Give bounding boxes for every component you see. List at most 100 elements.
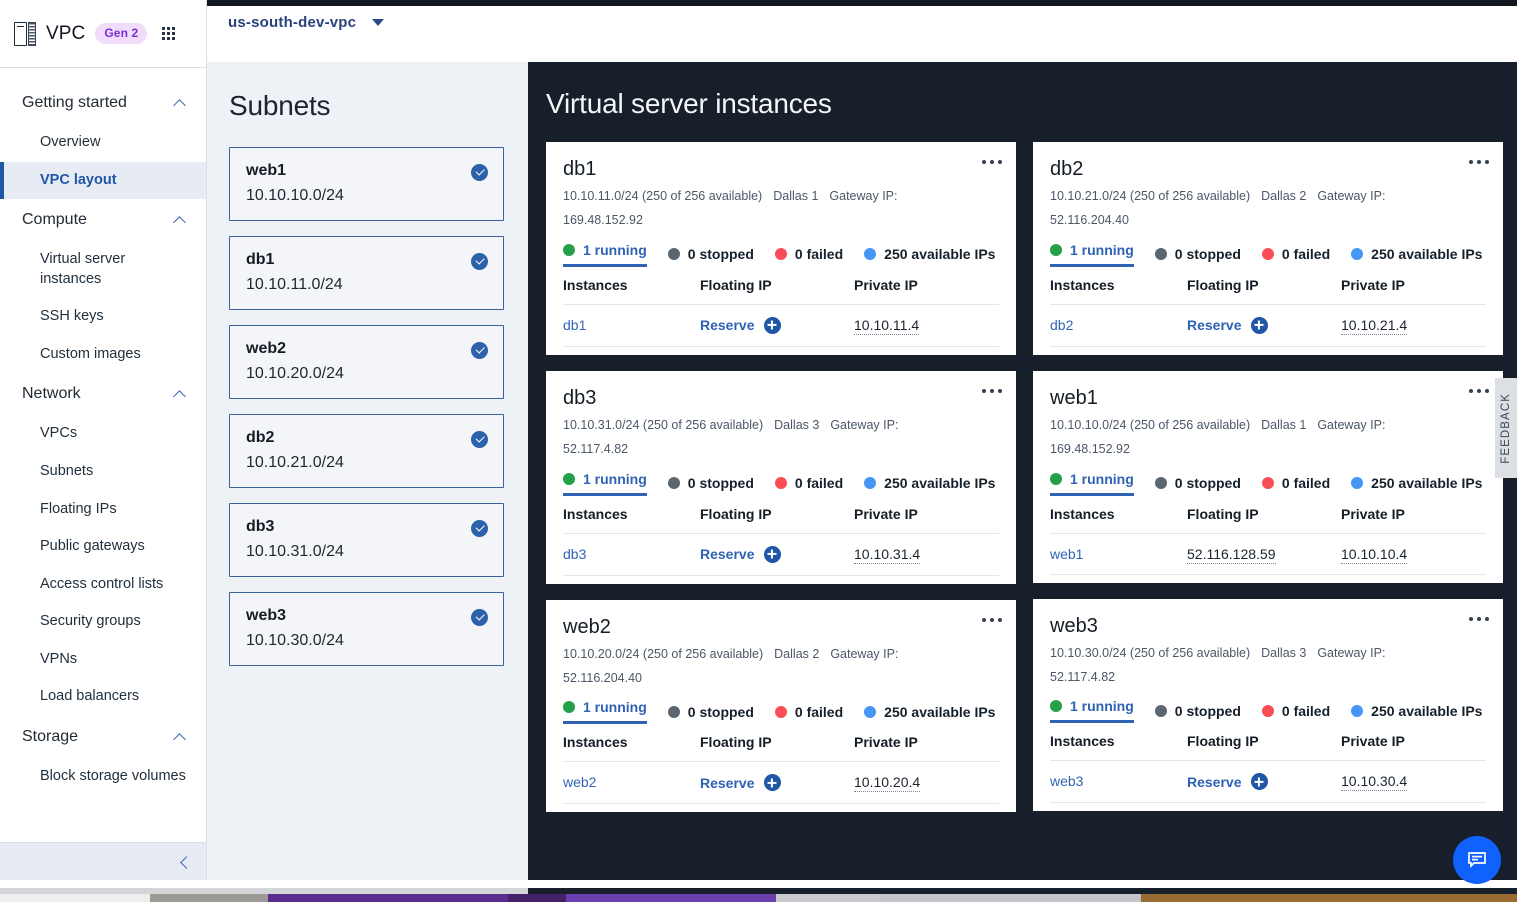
sidebar-nav: Getting started Overview VPC layout Comp…: [0, 68, 206, 795]
status-stat[interactable]: 0 stopped: [1154, 246, 1241, 262]
subnet-card[interactable]: db2 10.10.21.0/24: [229, 414, 504, 488]
app-grid-icon[interactable]: [162, 25, 179, 42]
taskbar-segment: [566, 894, 776, 902]
column-header-floating-ip: Floating IP: [1187, 733, 1259, 750]
taskbar-segment: [268, 894, 508, 902]
sidebar-group-storage[interactable]: Storage: [0, 716, 206, 758]
private-ip-value[interactable]: 10.10.10.4: [1341, 545, 1408, 564]
private-ip-value[interactable]: 10.10.20.4: [854, 774, 921, 793]
sidebar-item-custom-images[interactable]: Custom images: [0, 336, 206, 374]
status-stat[interactable]: 250 available IPs: [1351, 246, 1482, 262]
overflow-menu-icon[interactable]: [1469, 160, 1489, 164]
sidebar-group-network[interactable]: Network: [0, 373, 206, 415]
status-stat[interactable]: 0 failed: [1261, 703, 1330, 719]
instances-table: Instances Floating IP Private IP web2 Reserv…: [563, 734, 999, 805]
reserve-floating-ip-button[interactable]: Reserve: [1187, 773, 1268, 791]
status-stat[interactable]: 0 stopped: [667, 475, 754, 491]
column-header-floating-ip: Floating IP: [700, 505, 772, 522]
instance-cards-column-right: db2 10.10.21.0/24 (250 of 256 available) D…: [1033, 142, 1503, 827]
sidebar-item-subnets[interactable]: Subnets: [0, 453, 206, 491]
chevron-up-icon: [174, 731, 186, 743]
status-stat[interactable]: 0 failed: [1261, 246, 1330, 262]
sidebar-item-floating-ips[interactable]: Floating IPs: [0, 491, 206, 529]
instances-table: Instances Floating IP Private IP db1 Reserve…: [563, 277, 999, 347]
sidebar-item-block-storage-volumes[interactable]: Block storage volumes: [0, 758, 206, 796]
subnet-card[interactable]: web3 10.10.30.0/24: [229, 592, 504, 666]
overflow-menu-icon[interactable]: [1469, 616, 1489, 621]
table-row: web2 Reserve 10.10.20.4: [563, 761, 999, 805]
status-stat[interactable]: 0 stopped: [667, 246, 754, 262]
reserve-floating-ip-button[interactable]: Reserve: [700, 316, 781, 334]
status-stat[interactable]: 0 failed: [774, 246, 843, 262]
status-dot-running-icon: [563, 701, 575, 714]
column-header-private-ip: Private IP: [854, 505, 918, 522]
sidebar-item-vpc-layout[interactable]: VPC layout: [0, 161, 206, 200]
instance-link[interactable]: web3: [1050, 773, 1083, 789]
private-ip-value[interactable]: 10.10.21.4: [1341, 316, 1408, 335]
reserve-floating-ip-button[interactable]: Reserve: [700, 545, 781, 563]
status-dot-failed-icon: [1261, 477, 1274, 489]
status-stat-label: 1 running: [583, 241, 647, 258]
instance-link[interactable]: web1: [1050, 546, 1083, 562]
status-stat[interactable]: 0 failed: [1261, 475, 1330, 491]
sidebar-item-virtual-server-instances[interactable]: Virtual server instances: [0, 241, 206, 298]
overflow-menu-icon[interactable]: [982, 160, 1002, 164]
sidebar-collapse-button[interactable]: [0, 842, 206, 880]
status-stat[interactable]: 0 stopped: [1154, 703, 1241, 719]
chat-bubble-button[interactable]: [1453, 836, 1501, 884]
status-stat[interactable]: 0 stopped: [667, 704, 754, 720]
status-dot-available-icon: [864, 477, 877, 489]
vpc-selector[interactable]: us-south-dev-vpc: [228, 14, 385, 31]
status-stat[interactable]: 250 available IPs: [864, 246, 995, 262]
column-header-private-ip: Private IP: [854, 734, 918, 751]
subnet-card[interactable]: web2 10.10.20.0/24: [229, 325, 504, 399]
sidebar-item-public-gateways[interactable]: Public gateways: [0, 528, 206, 566]
private-ip-value[interactable]: 10.10.31.4: [854, 545, 921, 564]
sidebar-item-security-groups[interactable]: Security groups: [0, 603, 206, 641]
overflow-menu-icon[interactable]: [982, 388, 1002, 393]
status-stat[interactable]: 250 available IPs: [1351, 475, 1482, 491]
floating-ip-value[interactable]: 52.116.128.59: [1187, 545, 1276, 564]
subnet-card[interactable]: db3 10.10.31.0/24: [229, 503, 504, 577]
subnet-card[interactable]: web1 10.10.10.0/24: [229, 147, 504, 221]
status-stat[interactable]: 1 running: [1050, 242, 1134, 267]
status-stat[interactable]: 1 running: [1050, 471, 1134, 496]
instance-card-title: db2: [1050, 158, 1084, 180]
instance-card: db2 10.10.21.0/24 (250 of 256 available) D…: [1033, 142, 1503, 355]
feedback-tab[interactable]: FEEDBACK: [1495, 378, 1517, 478]
status-stat[interactable]: 1 running: [1050, 698, 1134, 724]
status-stat[interactable]: 250 available IPs: [864, 475, 995, 491]
overflow-menu-icon[interactable]: [1469, 388, 1489, 393]
status-dot-stopped-icon: [667, 705, 680, 718]
sidebar-item-access-control-lists[interactable]: Access control lists: [0, 566, 206, 604]
sidebar-item-ssh-keys[interactable]: SSH keys: [0, 298, 206, 336]
status-stat[interactable]: 1 running: [563, 242, 647, 267]
overflow-menu-icon[interactable]: [982, 617, 1002, 622]
sidebar-item-load-balancers[interactable]: Load balancers: [0, 678, 206, 716]
status-stat[interactable]: 1 running: [563, 699, 647, 725]
status-stat[interactable]: 0 stopped: [1154, 475, 1241, 491]
private-ip-value[interactable]: 10.10.11.4: [854, 316, 920, 335]
private-ip-value[interactable]: 10.10.30.4: [1341, 773, 1408, 792]
chevron-left-icon: [178, 856, 190, 868]
instance-link[interactable]: web2: [563, 774, 596, 790]
instance-card-meta: 10.10.11.0/24 (250 of 256 available) Dall…: [563, 184, 963, 233]
reserve-floating-ip-button[interactable]: Reserve: [1187, 316, 1268, 334]
status-stat[interactable]: 1 running: [563, 471, 647, 496]
status-stat[interactable]: 0 failed: [774, 704, 843, 720]
sidebar-group-getting-started[interactable]: Getting started: [0, 82, 206, 124]
instance-link[interactable]: db3: [563, 546, 586, 562]
status-stat[interactable]: 250 available IPs: [864, 704, 995, 720]
status-stat[interactable]: 0 failed: [774, 475, 843, 491]
status-dot-failed-icon: [1261, 704, 1274, 717]
instance-cidr: 10.10.20.0/24 (250 of 256 available): [563, 646, 764, 661]
subnet-card[interactable]: db1 10.10.11.0/24: [229, 236, 504, 310]
sidebar-item-overview[interactable]: Overview: [0, 124, 206, 162]
instance-link[interactable]: db1: [563, 317, 586, 333]
status-stat[interactable]: 250 available IPs: [1351, 703, 1482, 719]
instance-link[interactable]: db2: [1050, 317, 1073, 333]
sidebar-group-compute[interactable]: Compute: [0, 199, 206, 241]
reserve-floating-ip-button[interactable]: Reserve: [700, 774, 781, 792]
sidebar-item-vpns[interactable]: VPNs: [0, 641, 206, 679]
sidebar-item-vpcs[interactable]: VPCs: [0, 415, 206, 453]
